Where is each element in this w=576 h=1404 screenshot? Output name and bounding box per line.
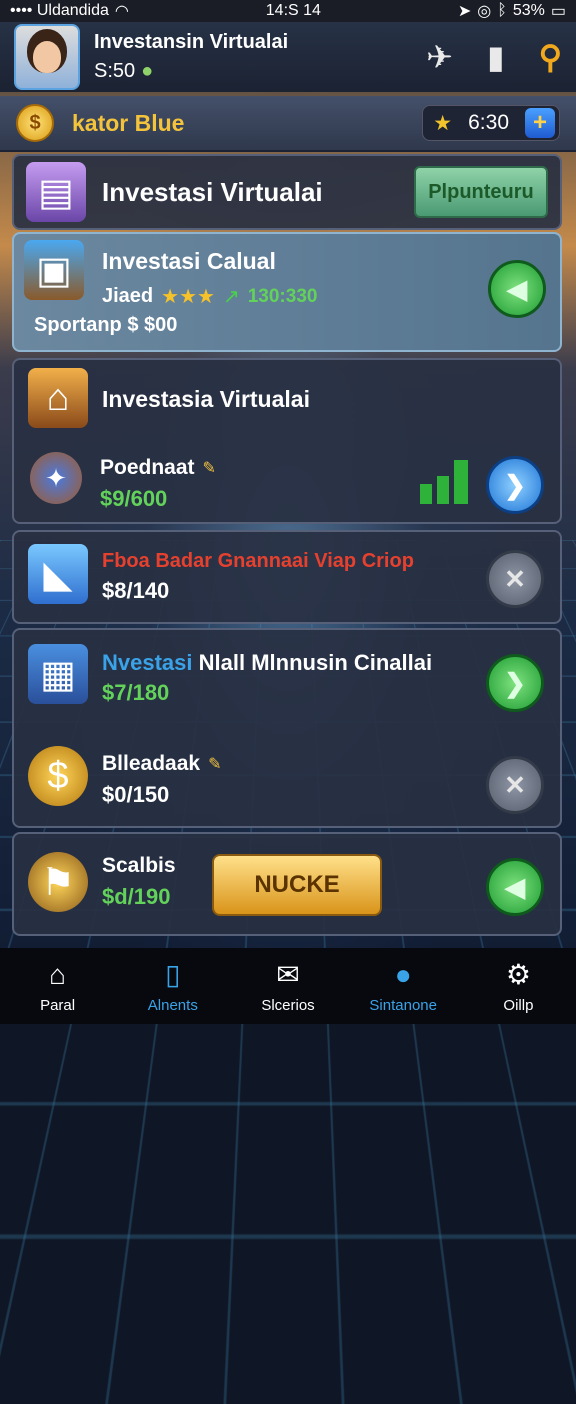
player-balance: S:50	[94, 60, 136, 82]
tab-missions[interactable]: ● Sintanone	[346, 948, 461, 1024]
tab-home[interactable]: ⌂ Paral	[0, 948, 115, 1024]
tab-assets[interactable]: ▯ Alnents	[115, 948, 230, 1024]
card6-action-button[interactable]: NUCKE	[212, 854, 382, 916]
card6-value: $d/190	[102, 884, 171, 909]
featured-title: Investasi Calual	[102, 248, 276, 274]
card3-close-button[interactable]: ✕	[486, 550, 544, 608]
bluetooth-icon: ᛒ	[497, 2, 507, 19]
featured-label: Jiaed	[102, 285, 154, 307]
card6-title: Scalbis	[102, 854, 176, 877]
card5-value: $0/150	[102, 782, 170, 807]
location-icon: ➤	[457, 3, 472, 20]
battery-boost-icon[interactable]: ▮	[487, 38, 505, 76]
chest-icon: ▣	[24, 240, 84, 300]
pencil-icon-2: ✎	[208, 756, 222, 773]
card5-close-button[interactable]: ✕	[486, 756, 544, 814]
player-avatar[interactable]	[14, 24, 80, 90]
stack-icon: ▤	[26, 162, 86, 222]
tab-messages[interactable]: ✉ Slcerios	[230, 948, 345, 1024]
investment-card-6[interactable]: ⚑ Scalbis $d/190 NUCKE ◀	[12, 832, 562, 936]
calculator-icon: ▦	[28, 644, 88, 704]
card2-go-button[interactable]: ❯	[486, 456, 544, 514]
tab-messages-label: Slcerios	[261, 997, 315, 1014]
tab-home-label: Paral	[40, 996, 76, 1014]
card4-title-highlight: Nvestasi	[102, 650, 193, 675]
card3-title: Fboa Badar Gnannaai Viap Criop	[102, 550, 414, 572]
energy-counter: ★ 6:30 +	[422, 105, 560, 141]
clipboard-icon: ▯	[165, 959, 181, 990]
alarm-icon: ◎	[477, 3, 492, 20]
card3-value: $8/140	[102, 578, 170, 603]
investment-card-2[interactable]: ⌂ Investasia Virtualai ✦ Poednaat ✎ $9/6…	[12, 358, 562, 524]
tab-assets-label: Alnents	[147, 997, 198, 1014]
resource-bar: $ kator Blue ★ 6:30 +	[0, 96, 576, 152]
growth-arrow-icon: ↗	[222, 286, 240, 308]
card6-go-button[interactable]: ◀	[486, 858, 544, 916]
coin-icon: $	[16, 104, 54, 142]
investment-card-4[interactable]: ▦ Nvestasi Nlall Mlnnusin Cinallai $7/18…	[12, 628, 562, 828]
gem-icon: ●	[141, 60, 154, 82]
card2-value: $9/600	[100, 486, 168, 511]
plane-icon[interactable]: ✈	[426, 38, 453, 76]
rating-stars: ★★★	[161, 286, 215, 308]
mail-icon: ✉	[276, 959, 300, 990]
section-action-button[interactable]: Plpunteuru	[414, 166, 548, 218]
gear-icon: ⚙	[505, 959, 531, 990]
tab-settings-label: Oillp	[503, 997, 534, 1014]
card2-title: Investasia Virtualai	[102, 386, 310, 412]
shoe-icon: ◣	[28, 544, 88, 604]
bottom-tab-bar: ⌂ Paral ▯ Alnents ✉ Slcerios ● Sintanone…	[0, 948, 576, 1024]
resource-name: kator Blue	[72, 109, 185, 136]
featured-sub: Sportanp $ $00	[34, 314, 178, 336]
game-header: Investansin Virtualai S:50 ● ✈ ▮ ⚲	[0, 22, 576, 92]
wifi-icon: ◠	[114, 3, 129, 20]
carrier-label: •••• Uldandida	[10, 2, 109, 19]
battery-icon: ▭	[550, 3, 566, 20]
card5-row[interactable]: $ Blleadaak ✎ $0/150 ✕	[14, 730, 560, 824]
featured-investment-card[interactable]: ▣ Investasi Calual Jiaed ★★★ ↗ 130:330 S…	[12, 232, 562, 352]
bomb-icon: ●	[394, 958, 412, 990]
investment-card-3[interactable]: ◣ Fboa Badar Gnannaai Viap Criop $8/140 …	[12, 530, 562, 624]
section-title: Investasi Virtualai	[102, 176, 323, 207]
status-bar: •••• Uldandida ◠ 14:S 14 ➤ ◎ ᛒ 53% ▭	[0, 0, 576, 22]
add-energy-button[interactable]: +	[525, 108, 555, 138]
card4-title: Nlall Mlnnusin Cinallai	[198, 650, 433, 675]
pencil-icon: ✎	[202, 460, 216, 477]
coin-stack-icon: ⚑	[28, 852, 88, 912]
energy-value: 6:30	[468, 111, 509, 134]
shop-icon: ⌂	[28, 368, 88, 428]
card5-title: Blleadaak	[102, 752, 201, 775]
featured-stat: 130:330	[247, 285, 318, 307]
gold-coins-icon: $	[28, 746, 88, 806]
section-header-card: ▤ Investasi Virtualai Plpunteuru	[12, 154, 562, 230]
tab-settings[interactable]: ⚙ Oillp	[461, 948, 576, 1024]
star-icon: ★	[433, 111, 453, 135]
featured-go-button[interactable]: ◀	[488, 260, 546, 318]
compass-icon: ✦	[30, 452, 82, 504]
tab-missions-label: Sintanone	[369, 996, 437, 1014]
search-icon[interactable]: ⚲	[539, 38, 562, 76]
growth-bars-icon	[420, 460, 468, 504]
card4-go-button[interactable]: ❯	[486, 654, 544, 712]
card4-value: $7/180	[102, 680, 170, 705]
clock: 14:S 14	[265, 2, 321, 19]
battery-percent: 53%	[512, 2, 545, 19]
game-title: Investansin Virtualai	[94, 31, 289, 53]
card2-item: Poednaat	[100, 456, 195, 479]
home-icon: ⌂	[49, 958, 67, 990]
